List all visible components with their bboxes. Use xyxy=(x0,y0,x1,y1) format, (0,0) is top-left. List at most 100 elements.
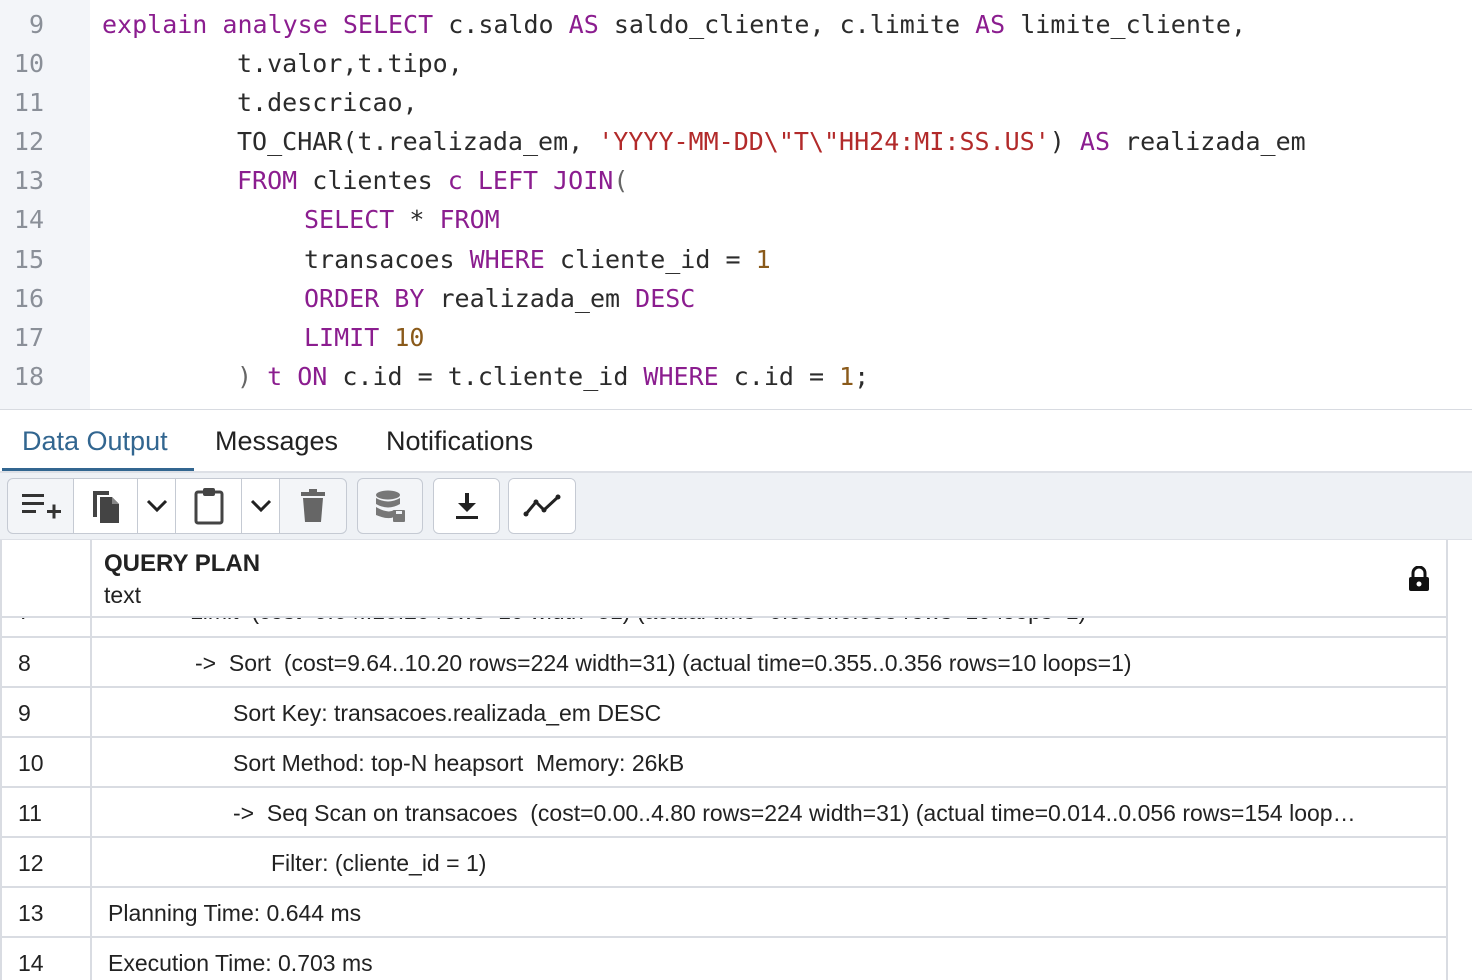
code-line-13[interactable]: FROM clientes c LEFT JOIN( xyxy=(237,161,628,200)
line-number: 13 xyxy=(13,166,44,195)
table-row[interactable]: 14 Execution Time: 0.703 ms xyxy=(0,938,1448,980)
code-token: TO_CHAR xyxy=(237,127,343,156)
add-row-button[interactable] xyxy=(8,479,74,533)
tab-data-output[interactable]: Data Output xyxy=(22,411,168,472)
code-line-12[interactable]: TO_CHAR(t.realizada_em, 'YYYY-MM-DD\"T\"… xyxy=(237,122,1306,161)
code-token: limite_cliente, xyxy=(1020,10,1247,39)
table-row-partial[interactable]: 7 Limit (cost=9.64..10.20 rows=10 width=… xyxy=(0,618,1448,638)
table-row[interactable]: 12 Filter: (cliente_id = 1) xyxy=(0,838,1448,888)
graph-visualiser-button[interactable] xyxy=(509,479,575,533)
delete-button[interactable] xyxy=(280,479,346,533)
code-token: c xyxy=(447,166,463,195)
line-number: 16 xyxy=(13,284,44,313)
row-number: 9 xyxy=(18,700,31,726)
paste-button[interactable] xyxy=(176,479,242,533)
code-token: ; xyxy=(854,362,870,391)
plan-cell[interactable]: Execution Time: 0.703 ms xyxy=(108,938,373,980)
code-token: saldo_cliente, xyxy=(613,10,825,39)
code-token: ) xyxy=(237,362,268,391)
code-token: WHERE xyxy=(469,245,545,274)
result-grid[interactable]: QUERY PLAN text 7 Limit (cost=9.64..10.2… xyxy=(0,540,1472,980)
code-token: c.id = t.cliente_id xyxy=(327,362,644,391)
line-number: 9 xyxy=(28,10,44,39)
plan-cell[interactable]: Sort Method: top-N heapsort Memory: 26kB xyxy=(233,738,684,786)
plan-cell[interactable]: -> Seq Scan on transacoes (cost=0.00..4.… xyxy=(233,788,1423,836)
code-line-16[interactable]: ORDER BY realizada_em DESC xyxy=(304,279,695,318)
code-line-18[interactable]: ) t ON c.id = t.cliente_id WHERE c.id = … xyxy=(237,357,869,396)
chevron-down-icon xyxy=(250,499,271,513)
code-token: c.id = xyxy=(718,362,840,391)
code-token: FROM xyxy=(237,166,298,195)
code-token: ) xyxy=(1049,127,1080,156)
sql-editor[interactable]: 9 10 11 12 13 14 15 16 17 18 explain ana… xyxy=(0,0,1472,410)
table-row[interactable]: 11 -> Seq Scan on transacoes (cost=0.00.… xyxy=(0,788,1448,838)
table-row[interactable]: 10 Sort Method: top-N heapsort Memory: 2… xyxy=(0,738,1448,788)
code-token: FROM xyxy=(439,205,500,234)
plan-cell[interactable]: Limit (cost=9.64..10.20 rows=10 width=31… xyxy=(190,618,1086,626)
code-number: 1 xyxy=(755,245,771,274)
paste-options-dropdown[interactable] xyxy=(242,479,280,533)
code-token: * xyxy=(394,205,440,234)
code-line-17[interactable]: LIMIT 10 xyxy=(304,318,424,357)
plan-cell[interactable]: Planning Time: 0.644 ms xyxy=(108,888,361,936)
copy-icon xyxy=(92,491,119,523)
code-line-9[interactable]: explain analyse SELECT c.saldo AS saldo_… xyxy=(102,5,1246,44)
editor-divider xyxy=(0,409,1472,410)
table-row[interactable]: 9 Sort Key: transacoes.realizada_em DESC xyxy=(0,688,1448,738)
plan-cell[interactable]: -> Sort (cost=9.64..10.20 rows=224 width… xyxy=(195,638,1132,686)
copy-options-dropdown[interactable] xyxy=(138,479,176,533)
edit-button-group xyxy=(7,478,347,534)
table-row[interactable]: 13 Planning Time: 0.644 ms xyxy=(0,888,1448,938)
line-number: 18 xyxy=(13,362,44,391)
row-number: 12 xyxy=(18,850,44,876)
save-data-group xyxy=(357,478,423,534)
line-number: 11 xyxy=(13,88,44,117)
column-header-type: text xyxy=(104,582,142,608)
code-line-11[interactable]: t.descricao, xyxy=(237,83,418,122)
code-string: 'YYYY-MM-DD\"T\"HH24:MI:SS.US' xyxy=(598,127,1050,156)
save-data-icon xyxy=(376,490,405,522)
tab-messages[interactable]: Messages xyxy=(215,411,338,472)
grid-border-left xyxy=(0,540,2,980)
download-group xyxy=(433,478,500,534)
code-token: ORDER BY xyxy=(304,284,425,313)
code-token: transacoes xyxy=(304,245,470,274)
row-number: 13 xyxy=(18,900,44,926)
code-number: 1 xyxy=(839,362,855,391)
code-token: AS xyxy=(1079,127,1110,156)
code-token: AS xyxy=(975,10,1006,39)
code-token: t.descricao, xyxy=(237,88,418,117)
download-button[interactable] xyxy=(434,479,499,533)
row-number: 8 xyxy=(18,650,31,676)
line-number: 14 xyxy=(13,205,44,234)
plan-cell[interactable]: Filter: (cliente_id = 1) xyxy=(271,838,486,886)
grid-border-right xyxy=(1446,540,1448,980)
code-number: 10 xyxy=(394,323,425,352)
row-number: 10 xyxy=(18,750,44,776)
code-token: c.saldo xyxy=(448,10,554,39)
code-token: realizada_em xyxy=(1110,127,1306,156)
delete-icon xyxy=(301,489,325,522)
line-number: 10 xyxy=(13,49,44,78)
graph-group xyxy=(508,478,576,534)
code-token: c.limite xyxy=(839,10,961,39)
lock-icon xyxy=(1409,566,1429,591)
plan-cell[interactable]: Sort Key: transacoes.realizada_em DESC xyxy=(233,688,661,736)
save-data-button[interactable] xyxy=(358,479,422,533)
tab-notifications[interactable]: Notifications xyxy=(386,411,533,472)
copy-button[interactable] xyxy=(74,479,138,533)
code-line-14[interactable]: SELECT * FROM xyxy=(304,200,500,239)
code-token: ON xyxy=(297,362,328,391)
row-number: 11 xyxy=(18,800,42,826)
grid-header: QUERY PLAN text xyxy=(0,540,1448,618)
paste-icon xyxy=(194,488,223,525)
code-token: WHERE xyxy=(643,362,719,391)
code-line-10[interactable]: t.valor,t.tipo, xyxy=(237,44,463,83)
chevron-down-icon xyxy=(146,499,167,513)
code-line-15[interactable]: transacoes WHERE cliente_id = 1 xyxy=(304,240,771,279)
graph-icon xyxy=(523,494,561,517)
table-row[interactable]: 8 -> Sort (cost=9.64..10.20 rows=224 wid… xyxy=(0,638,1448,688)
column-header-title[interactable]: QUERY PLAN xyxy=(104,550,260,578)
line-number-gutter: 9 10 11 12 13 14 15 16 17 18 xyxy=(0,0,90,410)
